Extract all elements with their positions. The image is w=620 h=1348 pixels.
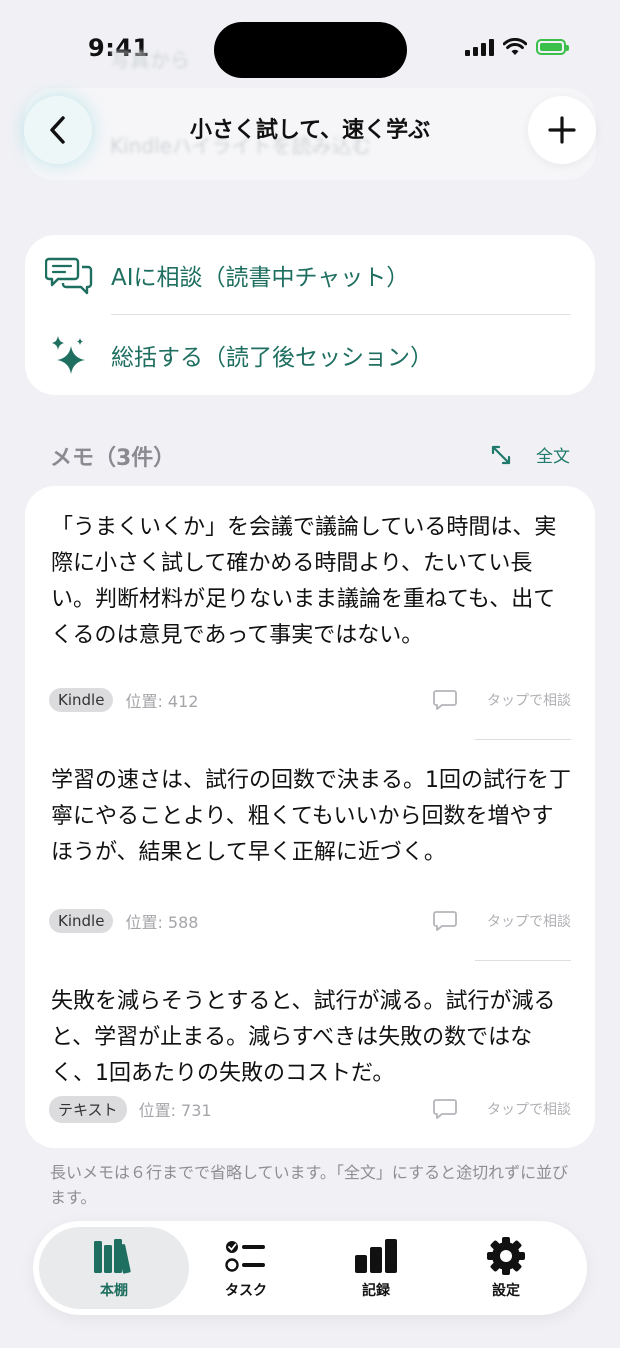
page-title: 小さく試して、速く学ぶ [189,118,431,143]
bar-chart-icon [353,1236,399,1276]
memo-meta: Kindle 位置: 412 タップで相談 [49,687,571,713]
fulltext-label: 全文 [536,447,570,467]
ai-chat-button[interactable]: AIに相談（読書中チャット） [45,245,571,305]
consult-button[interactable]: タップで相談 [433,689,571,711]
memo-meta: テキスト 位置: 731 タップで相談 [49,1095,571,1123]
tab-label: 本棚 [100,1283,128,1299]
books-icon [92,1236,136,1276]
battery-icon [536,39,569,55]
comment-icon [433,911,457,931]
consult-label: タップで相談 [487,914,571,930]
tab-records[interactable]: 記録 [301,1227,451,1309]
memo-list-card: 「うまくいくか」を会議で議論している時間は、実際に小さく試して確かめる時間より、… [25,486,595,1148]
tab-bar: 本棚 タスク 記録 設定 [33,1221,587,1315]
ai-chat-label: AIに相談（読書中チャット） [111,265,410,291]
comment-icon [433,1099,457,1119]
source-badge: テキスト [49,1095,127,1123]
source-badge: Kindle [49,688,114,712]
comment-icon [433,690,457,710]
tab-settings[interactable]: 設定 [431,1227,581,1309]
memo-position: 位置: 731 [138,1101,212,1120]
memo-text: 「うまくいくか」を会議で議論している時間は、実際に小さく試して確かめる時間より、… [51,515,557,648]
scrolled-content-ghost: 写真から [110,48,190,72]
tab-label: 記録 [362,1283,390,1299]
memo-position: 位置: 588 [125,913,199,932]
checklist-icon [224,1236,268,1276]
divider [475,739,571,740]
sparkles-icon [45,335,93,375]
consult-label: タップで相談 [487,693,571,709]
plus-icon [548,116,576,144]
expand-icon [491,445,511,464]
tab-label: タスク [225,1283,267,1299]
ai-summary-label: 総括する（読了後セッション） [111,345,433,371]
memo-text: 失敗を減らそうとすると、試行が減る。試行が減ると、学習が止まる。減らすべきは失敗… [51,989,556,1086]
consult-button[interactable]: タップで相談 [433,910,571,932]
dynamic-island [214,22,407,78]
ai-actions-card: AIに相談（読書中チャット） 総括する（読了後セッション） [25,235,595,395]
source-badge: Kindle [49,909,114,933]
divider [111,314,571,315]
memo-text: 学習の速さは、試行の回数で決まる。1回の試行を丁寧にやることより、粗くてもいいか… [51,768,571,865]
fulltext-toggle[interactable]: 全文 [490,442,570,467]
signal-icon [465,38,494,56]
memo-position: 位置: 412 [125,692,199,711]
tab-bookshelf[interactable]: 本棚 [39,1227,189,1309]
memo-meta: Kindle 位置: 588 タップで相談 [49,908,571,934]
consult-button[interactable]: タップで相談 [433,1098,571,1120]
divider [475,960,571,961]
tab-label: 設定 [492,1283,520,1299]
ai-summary-button[interactable]: 総括する（読了後セッション） [45,325,571,385]
memo-section-title: メモ（3件） [50,446,176,471]
status-indicators [465,38,569,56]
gear-icon [486,1236,526,1276]
tab-tasks[interactable]: タスク [171,1227,321,1309]
wifi-icon [503,38,527,55]
chat-bubbles-icon [45,255,93,295]
consult-label: タップで相談 [487,1102,571,1118]
add-button[interactable] [528,96,596,164]
memo-truncation-note: 長いメモは６行までで省略しています。「全文」にすると途切れずに並びます。 [50,1163,569,1207]
